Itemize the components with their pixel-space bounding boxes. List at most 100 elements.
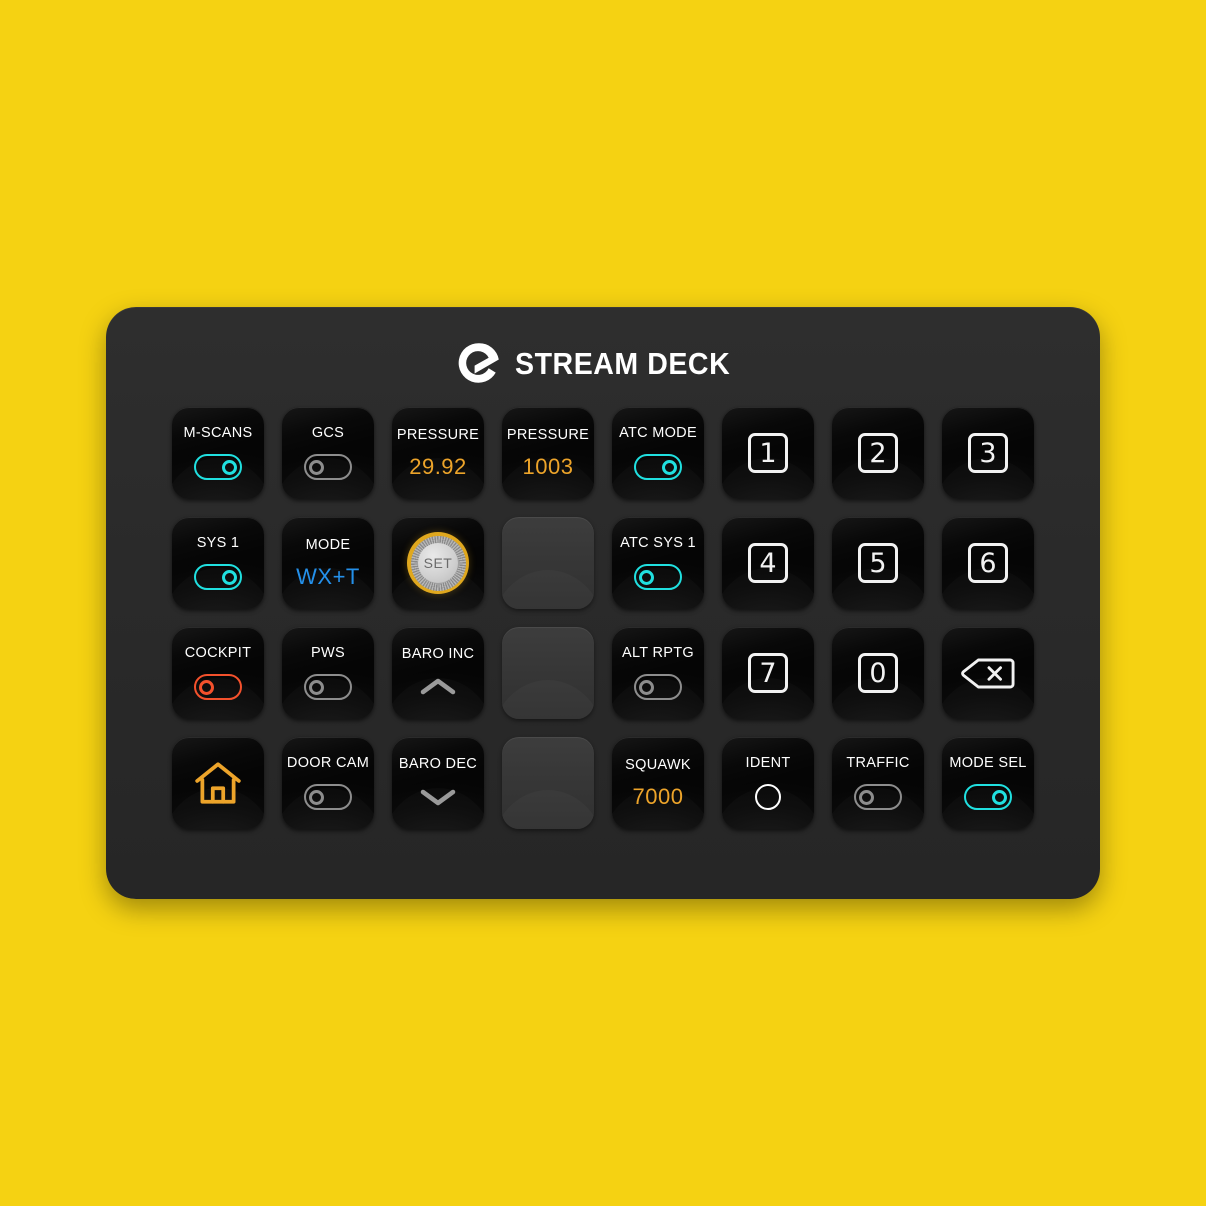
knob-knurled-ring: SET [410, 535, 466, 591]
key-m-scans[interactable]: M-SCANS [172, 407, 264, 499]
key-numpad-7[interactable]: 7 [722, 627, 814, 719]
key-label-mode: MODE [305, 536, 351, 553]
key-atc-sys-1[interactable]: ATC SYS 1 [612, 517, 704, 609]
elgato-logo-icon [458, 343, 499, 383]
toggle-knob [222, 569, 237, 585]
toggle-knob [309, 459, 324, 475]
toggle-knob [662, 459, 677, 475]
key-empty-key-r4c4 [502, 737, 594, 829]
key-ident[interactable]: IDENT [722, 737, 814, 829]
key-pressure-hpa[interactable]: PRESSURE 1003 [502, 407, 594, 499]
key-numpad-0[interactable]: 0 [832, 627, 924, 719]
key-label-gcs: GCS [311, 424, 345, 441]
numkey-digit: 5 [869, 547, 887, 579]
key-label-door-cam: DOOR CAM [286, 754, 370, 771]
key-numpad-6[interactable]: 6 [942, 517, 1034, 609]
numkey-glyph-numpad-7: 7 [748, 653, 788, 693]
key-numpad-3[interactable]: 3 [942, 407, 1034, 499]
brand-wordmark: STREAM DECK [515, 345, 731, 381]
toggle-switch [304, 674, 352, 701]
key-atc-mode[interactable]: ATC MODE [612, 407, 704, 499]
key-home[interactable] [172, 737, 264, 829]
chevron-up-icon [420, 679, 456, 695]
toggle-switch [854, 784, 902, 811]
toggle-switch [304, 454, 352, 481]
key-sys-1[interactable]: SYS 1 [172, 517, 264, 609]
key-label-cockpit: COCKPIT [184, 644, 252, 661]
toggle-knob [859, 789, 874, 805]
numkey-digit: 0 [869, 657, 887, 689]
numkey-glyph-numpad-1: 1 [748, 433, 788, 473]
key-label-sys-1: SYS 1 [196, 534, 240, 551]
knob-cap-label: SET [423, 555, 453, 571]
key-baro-inc[interactable]: BARO INC [392, 627, 484, 719]
key-label-mode-sel: MODE SEL [949, 754, 1027, 771]
key-cockpit[interactable]: COCKPIT [172, 627, 264, 719]
toggle-switch [194, 454, 242, 481]
toggle-knob [309, 789, 324, 805]
key-label-ident: IDENT [745, 754, 791, 771]
key-squawk[interactable]: SQUAWK 7000 [612, 737, 704, 829]
brand-header: STREAM DECK [106, 340, 1100, 386]
toggle-switch [964, 784, 1012, 811]
key-numpad-4[interactable]: 4 [722, 517, 814, 609]
toggle-knob [199, 679, 214, 695]
toggle-switch [304, 784, 352, 811]
key-label-alt-rptg: ALT RPTG [622, 644, 694, 661]
key-empty-key-r2c4 [502, 517, 594, 609]
toggle-knob [309, 679, 324, 695]
numkey-glyph-numpad-6: 6 [968, 543, 1008, 583]
key-numpad-2[interactable]: 2 [832, 407, 924, 499]
key-label-baro-inc: BARO INC [401, 645, 475, 662]
numkey-digit: 3 [979, 437, 997, 469]
key-pressure-inhg[interactable]: PRESSURE 29.92 [392, 407, 484, 499]
key-mode[interactable]: MODE WX+T [282, 517, 374, 609]
key-label-pressure-hpa: PRESSURE [506, 426, 590, 443]
toggle-switch [634, 674, 682, 701]
baro-set-knob-dial[interactable]: SET [407, 532, 469, 594]
key-traffic[interactable]: TRAFFIC [832, 737, 924, 829]
key-label-pws: PWS [311, 644, 345, 661]
toggle-switch [194, 674, 242, 701]
key-numpad-1[interactable]: 1 [722, 407, 814, 499]
knob-cap: SET [418, 543, 458, 583]
key-backspace[interactable] [942, 627, 1034, 719]
key-label-m-scans: M-SCANS [183, 424, 253, 441]
toggle-knob [992, 789, 1007, 805]
key-label-atc-sys-1: ATC SYS 1 [620, 534, 696, 551]
toggle-switch [194, 564, 242, 591]
numkey-glyph-numpad-4: 4 [748, 543, 788, 583]
key-value-pressure-hpa: 1003 [522, 454, 574, 480]
numkey-digit: 1 [759, 437, 777, 469]
toggle-knob [639, 569, 654, 585]
key-pws[interactable]: PWS [282, 627, 374, 719]
key-grid: M-SCANS GCS PRESSURE 29.92 PRESSURE 1003 ATC M… [172, 407, 1034, 829]
toggle-switch [634, 564, 682, 591]
numkey-digit: 6 [979, 547, 997, 579]
chevron-down-icon [420, 790, 456, 806]
key-value-pressure-inhg: 29.92 [409, 454, 467, 480]
numkey-digit: 4 [759, 547, 777, 579]
key-numpad-5[interactable]: 5 [832, 517, 924, 609]
numkey-glyph-numpad-5: 5 [858, 543, 898, 583]
key-baro-dec[interactable]: BARO DEC [392, 737, 484, 829]
key-value-mode: WX+T [296, 564, 360, 590]
key-mode-sel[interactable]: MODE SEL [942, 737, 1034, 829]
key-gcs[interactable]: GCS [282, 407, 374, 499]
toggle-knob [639, 679, 654, 695]
key-baro-set-knob[interactable]: SET [392, 517, 484, 609]
stream-deck-device: STREAM DECK M-SCANS GCS PRESSURE 29.92 PRESS… [106, 307, 1100, 899]
key-door-cam[interactable]: DOOR CAM [282, 737, 374, 829]
toggle-knob [222, 459, 237, 475]
key-label-traffic: TRAFFIC [846, 754, 910, 771]
key-alt-rptg[interactable]: ALT RPTG [612, 627, 704, 719]
key-label-atc-mode: ATC MODE [619, 424, 697, 441]
numkey-glyph-numpad-0: 0 [858, 653, 898, 693]
numkey-digit: 2 [869, 437, 887, 469]
key-label-pressure-inhg: PRESSURE [396, 426, 480, 443]
home-icon [195, 762, 241, 804]
backspace-icon [961, 658, 1015, 688]
ident-circle-icon [755, 784, 781, 811]
numkey-glyph-numpad-2: 2 [858, 433, 898, 473]
key-label-baro-dec: BARO DEC [398, 755, 478, 772]
